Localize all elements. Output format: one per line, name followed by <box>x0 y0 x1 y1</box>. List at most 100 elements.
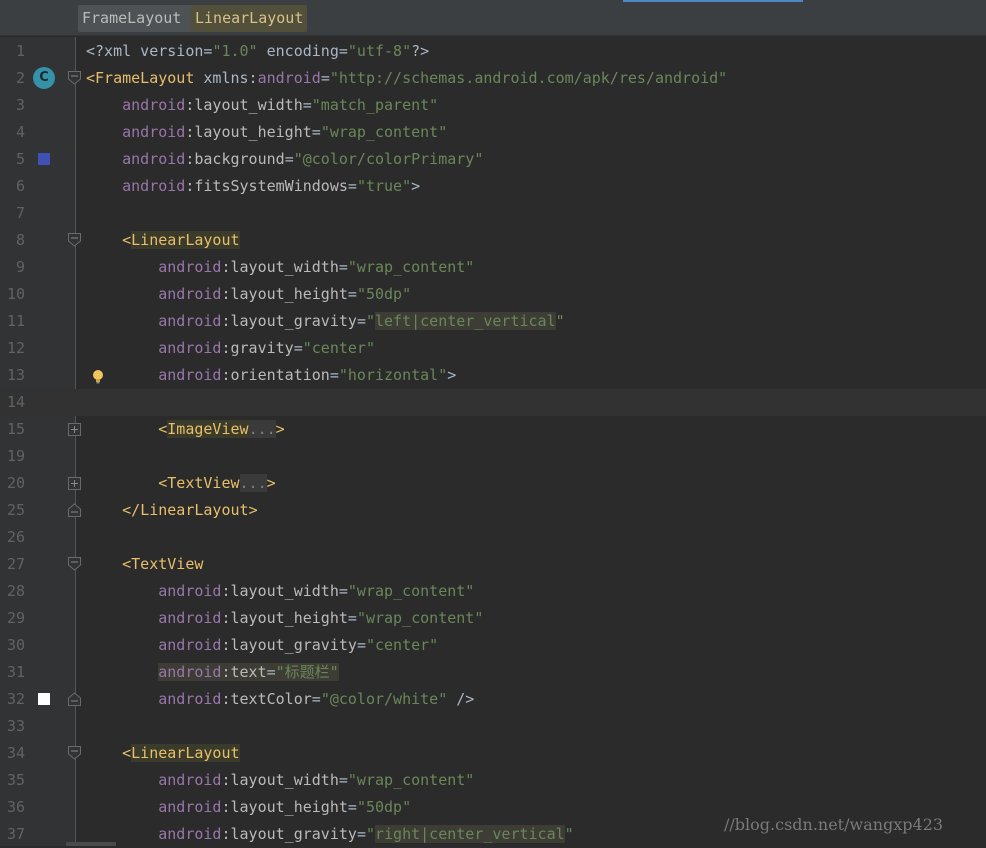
code-text: android:layout_gravity="center" <box>86 632 438 659</box>
code-line[interactable]: 15 <ImageView...> <box>0 416 986 443</box>
code-token: ?> <box>411 42 430 60</box>
code-text: <TextView...> <box>86 470 276 497</box>
code-token: = <box>293 339 303 357</box>
code-token: > <box>266 474 276 492</box>
code-token: "@color/white" <box>320 690 448 708</box>
expand-fold-icon[interactable] <box>68 477 81 490</box>
code-line[interactable]: 31 android:text="标题栏" <box>0 659 986 686</box>
code-token: = <box>338 582 348 600</box>
code-line[interactable]: 20 <TextView...> <box>0 470 986 497</box>
code-text: android:layout_gravity="right|center_ver… <box>86 821 574 848</box>
line-number: 5 <box>15 150 25 168</box>
collapse-fold-icon[interactable] <box>68 557 81 571</box>
code-line[interactable]: 4 android:layout_height="wrap_content" <box>0 119 986 146</box>
code-token: > <box>248 501 258 519</box>
line-number: 28 <box>6 582 25 600</box>
color-swatch-icon[interactable] <box>38 693 50 705</box>
code-token: < <box>122 231 132 249</box>
code-line[interactable]: 30 android:layout_gravity="center" <box>0 632 986 659</box>
code-token: TextView <box>167 474 240 492</box>
code-token: android <box>158 798 222 816</box>
collapse-fold-icon[interactable] <box>68 71 81 85</box>
line-number: 36 <box>6 798 25 816</box>
code-line[interactable]: 32 android:textColor="@color/white" /> <box>0 686 986 713</box>
collapse-fold-icon[interactable] <box>68 233 81 247</box>
code-text: android:layout_width="wrap_content" <box>86 767 474 794</box>
code-token: android <box>158 663 222 681</box>
code-token: ... <box>239 474 267 492</box>
code-token: android <box>257 69 321 87</box>
code-token: = <box>347 177 357 195</box>
code-token: </ <box>122 501 141 519</box>
class-icon[interactable]: C <box>33 67 55 89</box>
code-token: LinearLayout <box>140 501 249 519</box>
code-line[interactable]: 9 android:layout_width="wrap_content" <box>0 254 986 281</box>
code-line[interactable]: 2 C <FrameLayout xmlns:android="http://sch… <box>0 65 986 92</box>
code-token: > <box>447 366 457 384</box>
line-number: 14 <box>6 393 25 411</box>
horizontal-scrollbar[interactable] <box>66 842 116 846</box>
fold-end-icon[interactable] <box>68 503 81 517</box>
code-token: > <box>275 420 285 438</box>
code-line[interactable]: 6 android:fitsSystemWindows="true"> <box>0 173 986 200</box>
code-token: = <box>356 825 366 843</box>
code-line[interactable]: 25 </LinearLayout> <box>0 497 986 524</box>
code-line[interactable]: 29 android:layout_height="wrap_content" <box>0 605 986 632</box>
code-token: = <box>338 258 348 276</box>
code-token: ImageView <box>167 420 249 438</box>
code-token: LinearLayout <box>131 744 240 762</box>
code-token: android <box>158 825 222 843</box>
code-line[interactable]: 12 android:gravity="center" <box>0 335 986 362</box>
code-line[interactable]: 5 android:background="@color/colorPrimar… <box>0 146 986 173</box>
line-number: 33 <box>6 717 25 735</box>
code-line[interactable]: 10 android:layout_height="50dp" <box>0 281 986 308</box>
code-token: android <box>158 636 222 654</box>
code-token: = <box>311 690 321 708</box>
breadcrumb-linearlayout[interactable]: LinearLayout <box>191 5 308 32</box>
code-token: :layout_gravity <box>221 636 357 654</box>
code-line[interactable]: 3 android:layout_width="match_parent" <box>0 92 986 119</box>
code-line[interactable]: 26 <box>0 524 986 551</box>
code-token: = <box>320 69 330 87</box>
line-number: 19 <box>6 447 25 465</box>
code-token: " <box>365 825 375 843</box>
code-token: :gravity <box>221 339 294 357</box>
code-line[interactable]: 27 <TextView <box>0 551 986 578</box>
line-number: 34 <box>6 744 25 762</box>
code-line[interactable]: 13 android:orientation="horizontal"> <box>0 362 986 389</box>
collapse-fold-icon[interactable] <box>68 746 81 760</box>
line-number: 25 <box>6 501 25 519</box>
code-text: android:text="标题栏" <box>86 659 339 686</box>
code-token: "utf-8" <box>347 42 412 60</box>
code-text: android:layout_height="50dp" <box>86 794 411 821</box>
expand-fold-icon[interactable] <box>68 423 81 436</box>
code-line[interactable]: 7 <box>0 200 986 227</box>
code-token: > <box>411 177 421 195</box>
code-token: "center" <box>302 339 375 357</box>
code-line[interactable]: 34 <LinearLayout <box>0 740 986 767</box>
fold-end-icon[interactable] <box>68 692 81 706</box>
code-line[interactable]: 35 android:layout_width="wrap_content" <box>0 767 986 794</box>
code-line[interactable]: 1 <?xml version="1.0" encoding="utf-8"?> <box>0 38 986 65</box>
code-token: ... <box>248 420 276 438</box>
code-token: :background <box>185 150 285 168</box>
code-line[interactable]: 14 <box>0 389 986 416</box>
code-line[interactable]: 28 android:layout_width="wrap_content" <box>0 578 986 605</box>
code-line[interactable]: 11 android:layout_gravity="left|center_v… <box>0 308 986 335</box>
line-number: 11 <box>6 312 25 330</box>
code-line[interactable]: 19 <box>0 443 986 470</box>
code-text: android:gravity="center" <box>86 335 375 362</box>
code-line[interactable]: 8 <LinearLayout <box>0 227 986 254</box>
code-line[interactable]: 33 <box>0 713 986 740</box>
code-token: android <box>158 366 222 384</box>
color-swatch-icon[interactable] <box>38 153 50 165</box>
